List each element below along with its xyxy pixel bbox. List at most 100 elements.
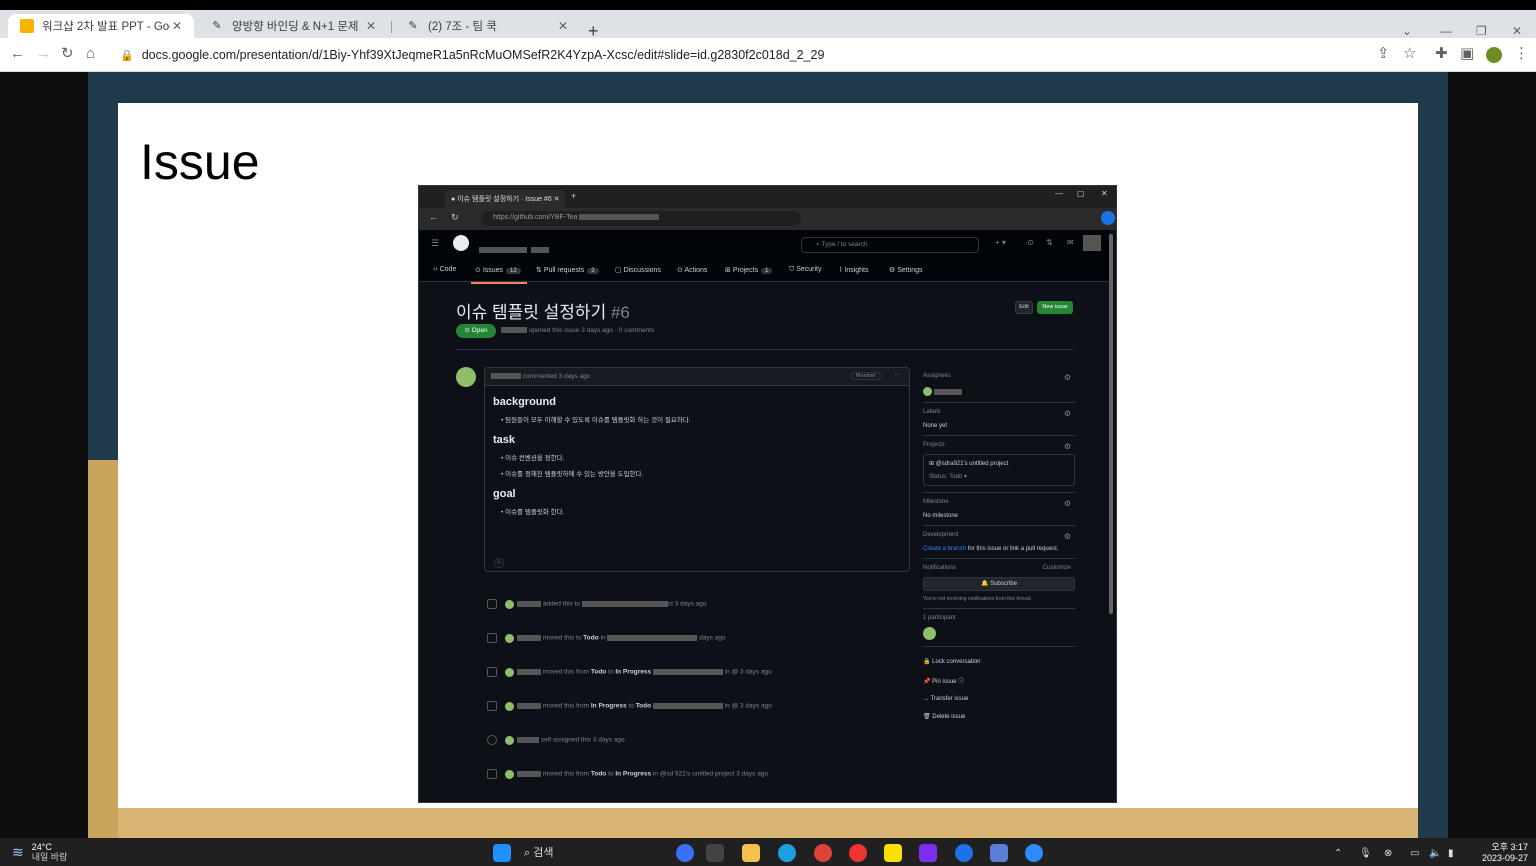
screenshot-close-icon: ✕ bbox=[1101, 189, 1108, 198]
notification-note: You're not receiving notifications from … bbox=[923, 596, 1032, 602]
redaction bbox=[501, 327, 527, 334]
restore-icon[interactable]: ❐ bbox=[1476, 24, 1487, 38]
transfer-issue: → Transfer issue bbox=[923, 696, 969, 702]
nav-settings: ⚙ Settings bbox=[889, 267, 923, 274]
extensions-icon[interactable]: ✚ bbox=[1435, 46, 1448, 62]
volume-icon[interactable]: 🔈 bbox=[1429, 848, 1441, 859]
milestone-section: Milestone ⚙ No milestone bbox=[923, 493, 1075, 526]
lock-conversation: 🔒 Lock conversation bbox=[923, 659, 981, 665]
avatar bbox=[505, 701, 514, 711]
browser-tab-notion-2[interactable]: ✎ (2) 7조 - 팀 쿡 ✕ bbox=[394, 14, 580, 38]
nav-actions: ⊙ Actions bbox=[677, 267, 708, 274]
avatar bbox=[505, 667, 514, 677]
bookmark-star-icon[interactable]: ☆ bbox=[1403, 46, 1416, 62]
app-tray-icon[interactable]: ⊗ bbox=[1384, 848, 1392, 859]
minimize-icon[interactable]: — bbox=[1440, 24, 1452, 38]
file-explorer-icon[interactable] bbox=[742, 844, 760, 862]
delete-issue: 🗑 Delete issue bbox=[923, 714, 966, 720]
zoom-icon[interactable] bbox=[1025, 844, 1043, 862]
notion-icon: ✎ bbox=[408, 20, 418, 32]
nav-count: 3 bbox=[587, 268, 599, 274]
pin-label: Pin issue bbox=[932, 679, 957, 685]
github-icon: ● bbox=[451, 196, 456, 203]
nav-label: Code bbox=[439, 266, 457, 273]
kakaotalk-icon[interactable] bbox=[884, 844, 902, 862]
kebab-icon: ··· bbox=[894, 371, 901, 378]
top-strip bbox=[0, 0, 1536, 10]
google-slides-icon bbox=[20, 19, 34, 33]
intellij-icon[interactable] bbox=[919, 844, 937, 862]
chrome-icon[interactable] bbox=[814, 844, 832, 862]
menu-icon[interactable]: ⋮ bbox=[1514, 46, 1529, 62]
issue-comment: commented 3 days ago Member ··· backgrou… bbox=[484, 367, 910, 572]
nav-issues: ⊙ Issues 12 bbox=[475, 266, 521, 274]
forward-icon[interactable]: → bbox=[36, 46, 51, 62]
tab-search-icon[interactable]: ⌄ bbox=[1402, 24, 1412, 38]
chevron-up-icon[interactable]: ⌃ bbox=[1334, 848, 1342, 859]
timeline-text: to bbox=[608, 770, 614, 778]
task-view-icon[interactable] bbox=[706, 844, 724, 862]
close-window-icon[interactable]: ✕ bbox=[1512, 24, 1522, 38]
maps-icon[interactable] bbox=[955, 844, 973, 862]
project-icon bbox=[487, 633, 497, 643]
avatar bbox=[505, 769, 514, 779]
repo-path bbox=[479, 241, 550, 259]
timeline-text: self-assigned this 3 days ago bbox=[540, 736, 625, 744]
close-tab-icon[interactable]: ✕ bbox=[556, 19, 570, 33]
github-logo-icon bbox=[453, 235, 469, 251]
nav-discussions: ▢ Discussions bbox=[615, 267, 661, 274]
avatar bbox=[505, 633, 514, 643]
microphone-icon[interactable]: 🎙 bbox=[1359, 848, 1372, 859]
divider bbox=[456, 349, 1073, 350]
share-icon[interactable]: ⇪ bbox=[1377, 46, 1390, 62]
bing-icon[interactable] bbox=[676, 844, 694, 862]
profile-avatar[interactable] bbox=[1486, 47, 1502, 63]
tab-separator bbox=[391, 21, 392, 33]
timeline-item: moved this from In Progress to Todo in @… bbox=[487, 701, 772, 711]
gear-icon: ⚙ bbox=[1063, 532, 1071, 541]
opera-icon[interactable] bbox=[849, 844, 867, 862]
pin-issue: 📌 Pin issue ⓘ bbox=[923, 679, 965, 685]
github-screenshot: ● 이슈 템플릿 설정하기 · Issue #6 ✕ + — ▢ ✕ ← ↻ h… bbox=[418, 185, 1117, 803]
screenshot-tab-bar: ● 이슈 템플릿 설정하기 · Issue #6 ✕ + — ▢ ✕ bbox=[419, 186, 1116, 208]
comment-header-text: commented 3 days ago bbox=[522, 373, 591, 380]
comment-body: background • 팀원들이 모두 이해할 수 있도록 이슈를 템플릿화 … bbox=[485, 396, 909, 516]
project-status: Status: Todo ▾ bbox=[929, 474, 967, 480]
windows-start-icon[interactable] bbox=[493, 844, 511, 862]
timeline-bold: Todo bbox=[583, 634, 599, 642]
game-icon[interactable] bbox=[990, 844, 1008, 862]
address-bar[interactable]: 🔒 docs.google.com/presentation/d/1Biy-Yh… bbox=[108, 42, 1426, 68]
projects-section: Projects ⚙ ⊞ @sdra921's untitled project… bbox=[923, 436, 1075, 493]
clock[interactable]: 오후 3:17 2023-09-27 bbox=[1474, 842, 1528, 864]
timeline-item: added this to ct 3 days ago bbox=[487, 599, 707, 609]
redaction bbox=[579, 214, 660, 221]
notion-icon: ✎ bbox=[212, 20, 222, 32]
taskbar: ≋ 24°C 내일 바람 ⌕ 검색 ⌃ 🎙 ⊗ ▭ 🔈 ▮ 오후 3:17 20… bbox=[0, 838, 1536, 866]
taskbar-search[interactable]: ⌕ 검색 bbox=[524, 844, 553, 860]
network-icon[interactable]: ▭ bbox=[1410, 848, 1419, 859]
project-icon bbox=[487, 701, 497, 711]
reload-icon[interactable]: ↻ bbox=[61, 46, 74, 62]
redaction bbox=[491, 373, 521, 380]
timeline-item: moved this from Todo to In Progress in @… bbox=[487, 769, 768, 779]
list-item-text: 이슈를 템플릿화 한다. bbox=[505, 509, 565, 516]
edge-icon[interactable] bbox=[778, 844, 796, 862]
back-icon[interactable]: ← bbox=[10, 46, 25, 62]
screenshot-tab: ● 이슈 템플릿 설정하기 · Issue #6 ✕ bbox=[445, 190, 565, 208]
battery-icon[interactable]: ▮ bbox=[1448, 848, 1454, 859]
browser-tab-slides[interactable]: 워크샵 2차 발표 PPT - Google ✕ bbox=[8, 14, 194, 38]
home-icon[interactable]: ⌂ bbox=[86, 46, 95, 62]
close-tab-icon[interactable]: ✕ bbox=[364, 19, 378, 33]
project-status-text: Status: Todo bbox=[929, 474, 963, 480]
url-text: docs.google.com/presentation/d/1Biy-Yhf3… bbox=[141, 48, 825, 62]
issue-meta-text: opened this issue 3 days ago · 0 comment… bbox=[528, 327, 655, 334]
browser-tab-notion-1[interactable]: ✎ 양방향 바인딩 & N+1 문제 ✕ bbox=[198, 14, 388, 38]
close-tab-icon[interactable]: ✕ bbox=[170, 19, 184, 33]
search-label: 검색 bbox=[533, 847, 554, 859]
weather-desc: 내일 바람 bbox=[31, 852, 68, 862]
project-icon bbox=[487, 667, 497, 677]
gear-icon: ⚙ bbox=[1063, 373, 1071, 382]
weather-widget[interactable]: ≋ 24°C 내일 바람 bbox=[12, 842, 67, 862]
side-panel-icon[interactable]: ▣ bbox=[1460, 46, 1474, 62]
reaction-icon: ☺ bbox=[494, 558, 504, 568]
